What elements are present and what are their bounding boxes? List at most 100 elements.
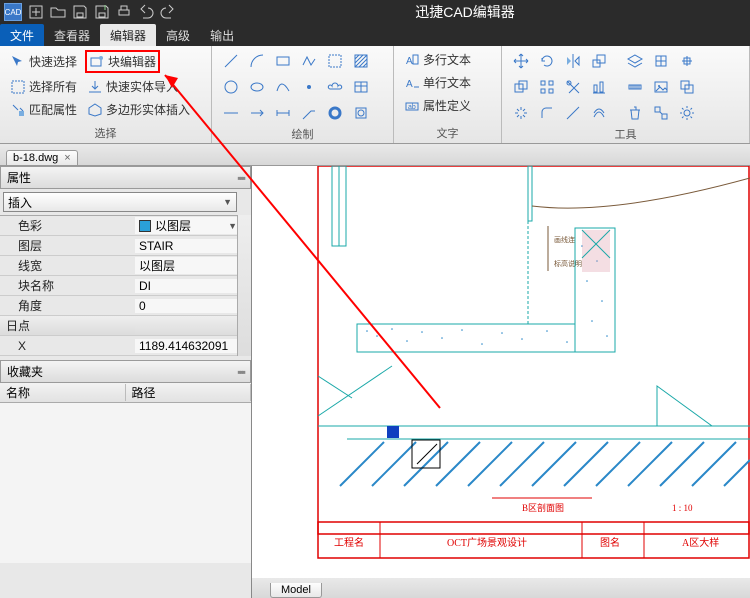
tab-editor[interactable]: 编辑器 [100,24,156,46]
undo-icon[interactable] [138,4,154,20]
settings-icon[interactable] [676,102,698,124]
scale-icon[interactable] [588,50,610,72]
save-icon[interactable] [72,4,88,20]
tb-project-label: 工程名 [334,536,364,549]
boundary-icon[interactable] [350,102,372,124]
rotate-icon[interactable] [536,50,558,72]
chevron-down-icon[interactable]: ▼ [228,221,237,231]
explode-icon[interactable] [510,102,532,124]
polyline-icon[interactable] [298,50,320,72]
mtext-label: 多行文本 [423,51,471,68]
favorites-title: 收藏夹▪▪▪ [0,360,251,383]
hatch-icon[interactable] [350,50,372,72]
match-props-label: 匹配属性 [29,101,77,118]
color-swatch-icon [139,220,151,232]
attdef-icon: ab [404,98,420,114]
mirror-icon[interactable] [562,50,584,72]
stext-button[interactable]: A 单行文本 [402,73,493,92]
tab-advanced[interactable]: 高级 [156,24,200,46]
prop-row-layer[interactable]: 图层STAIR [0,236,237,256]
side-panel: 属性▪▪▪ 插入 ▼ 色彩 以图层▼ 图层STAIR 线宽以图层 块名称DI 角… [0,166,252,598]
rectangle-icon[interactable] [272,50,294,72]
prop-row-block[interactable]: 块名称DI [0,276,237,296]
tb-scale: 1 : 10 [672,503,693,513]
document-tab[interactable]: b-18.dwg × [6,150,78,165]
xref-icon[interactable] [676,76,698,98]
region-icon[interactable] [324,50,346,72]
prop-row-angle[interactable]: 角度0 [0,296,237,316]
layer-icon[interactable] [624,50,646,72]
diag-icon[interactable] [562,102,584,124]
fav-col-path[interactable]: 路径 [126,384,252,401]
document-tab-strip: b-18.dwg × [0,144,750,166]
insert-icon[interactable] [676,50,698,72]
point-icon[interactable] [298,76,320,98]
arc-icon[interactable] [246,50,268,72]
circle-icon[interactable] [220,76,242,98]
insert-dropdown[interactable]: 插入 ▼ [3,192,237,212]
block-editor-button[interactable]: 块编辑器 [85,50,160,73]
align-icon[interactable] [588,76,610,98]
open-icon[interactable] [50,4,66,20]
saveas-icon[interactable] [94,4,110,20]
cloud-icon[interactable] [324,76,346,98]
ribbon-group-select-label: 选择 [8,123,203,141]
table-icon[interactable] [350,76,372,98]
purge-icon[interactable] [624,102,646,124]
ribbon-group-draw: 绘制 [212,46,394,143]
app-logo[interactable]: CAD [4,3,22,21]
move-icon[interactable] [510,50,532,72]
array-icon[interactable] [536,76,558,98]
line-icon[interactable] [220,50,242,72]
dim-icon[interactable] [272,102,294,124]
fillet-icon[interactable] [536,102,558,124]
chevron-down-icon: ▼ [223,197,232,207]
ribbon-group-select: 快速选择 块编辑器 选择所有 快速实体导入 [0,46,212,143]
trim-icon[interactable] [562,76,584,98]
quick-entity-import-button[interactable]: 快速实体导入 [85,77,180,96]
grip-point[interactable] [387,426,399,438]
tb-area-label: A区大样 [682,536,719,549]
attdef-label: 属性定义 [423,97,471,114]
vertical-scrollbar[interactable] [237,215,251,356]
spline-icon[interactable] [272,76,294,98]
quick-select-button[interactable]: 快速选择 [8,52,79,71]
group-icon[interactable] [650,102,672,124]
drawing-canvas[interactable]: 工程名 OCT广场景观设计 图名 A区大样 B区剖面图 1 : 10 画线连 标… [252,166,750,598]
measure-icon[interactable] [624,76,646,98]
new-icon[interactable] [28,4,44,20]
ray-icon[interactable] [246,102,268,124]
cursor-icon [10,54,26,70]
tab-file[interactable]: 文件 [0,24,44,46]
tab-output[interactable]: 输出 [200,24,244,46]
image-icon[interactable] [650,76,672,98]
stext-label: 单行文本 [423,74,471,91]
select-all-button[interactable]: 选择所有 [8,77,79,96]
favorites-body [0,403,251,563]
leader-icon[interactable] [298,102,320,124]
prop-row-color[interactable]: 色彩 以图层▼ [0,216,237,236]
document-tab-label: b-18.dwg [13,152,58,164]
prop-row-lw[interactable]: 线宽以图层 [0,256,237,276]
donut-icon[interactable] [324,102,346,124]
redo-icon[interactable] [160,4,176,20]
model-tab[interactable]: Model [270,583,322,598]
match-props-button[interactable]: 匹配属性 [8,100,79,119]
close-icon[interactable]: × [64,152,70,164]
fav-col-name[interactable]: 名称 [0,384,126,401]
mtext-button[interactable]: A 多行文本 [402,50,493,69]
prop-section-point[interactable]: 日点 [0,316,237,336]
poly-entity-insert-button[interactable]: 多边形实体插入 [85,100,192,119]
ellipse-icon[interactable] [246,76,268,98]
match-icon [10,102,26,118]
print-icon[interactable] [116,4,132,20]
copy-icon[interactable] [510,76,532,98]
tb-section-label: B区剖面图 [522,502,564,513]
block-icon[interactable] [650,50,672,72]
tab-viewer[interactable]: 查看器 [44,24,100,46]
attdef-button[interactable]: ab 属性定义 [402,96,493,115]
prop-row-x[interactable]: X1189.414632091 [0,336,237,356]
offset-icon[interactable] [588,102,610,124]
svg-text:A: A [406,56,413,67]
xline-icon[interactable] [220,102,242,124]
